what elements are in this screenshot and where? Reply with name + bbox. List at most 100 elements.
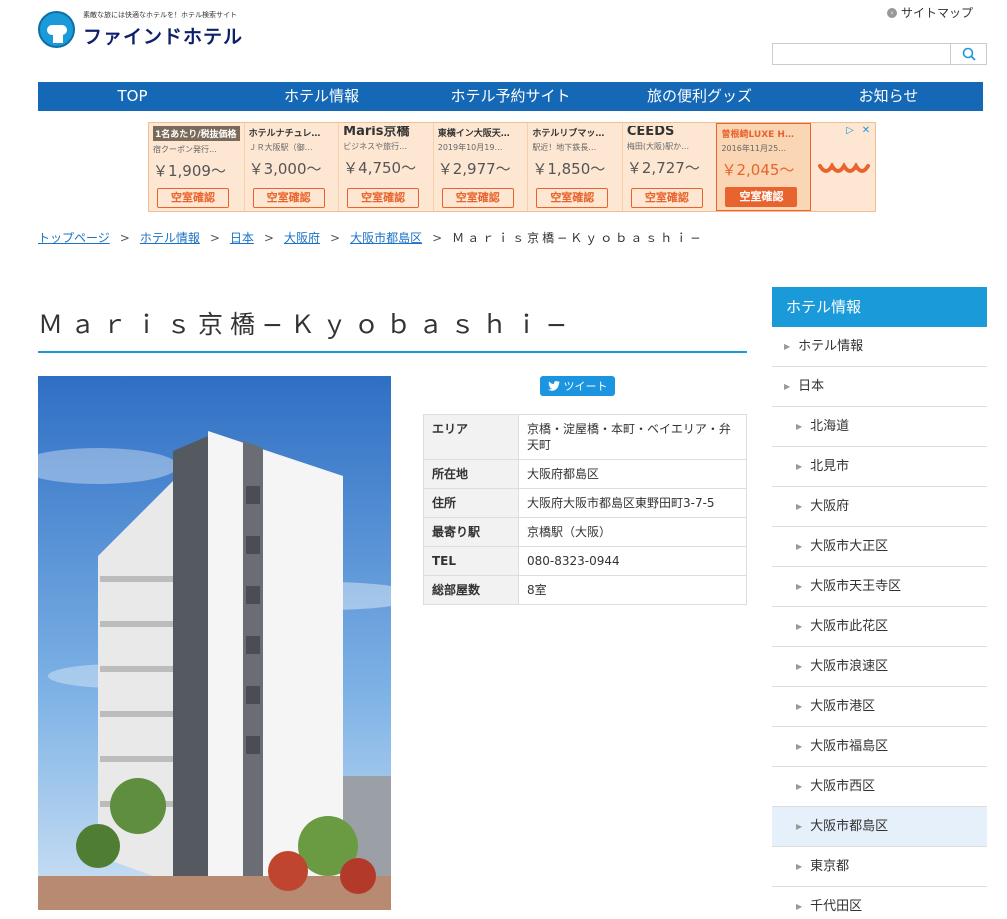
ad-hotel-desc: 2019年10月19…	[437, 143, 503, 152]
caret-right-icon: ▶	[796, 621, 803, 631]
check-availability-button[interactable]: 空室確認	[157, 188, 229, 208]
sitemap-link[interactable]: › サイトマップ	[886, 4, 973, 21]
ad-hotel-desc: ビジネスや旅行…	[343, 142, 408, 151]
ad-hotel-item[interactable]: 東横イン大阪天… 2019年10月19… ￥2,977〜 空室確認	[432, 123, 528, 211]
tweet-button[interactable]: ツイート	[540, 376, 615, 396]
check-availability-button[interactable]: 空室確認	[441, 188, 514, 208]
info-label: 最寄り駅	[423, 517, 519, 547]
ad-hotel-price: ￥1,909〜	[153, 162, 226, 180]
caret-right-icon: ▶	[796, 741, 803, 751]
ad-hotel-name: CEEDS	[626, 126, 675, 138]
nav-top[interactable]: TOP	[38, 82, 227, 111]
info-label: 住所	[423, 488, 519, 518]
sidebar-item[interactable]: ▶ 大阪市福島区	[772, 727, 987, 767]
caret-right-icon: ▶	[796, 701, 803, 711]
info-value: 大阪府大阪市都島区東野田町3-7-5	[518, 488, 747, 518]
info-label: TEL	[423, 546, 519, 576]
sidebar-item-label: ホテル情報	[798, 338, 864, 354]
ad-hotel-name: ホテルリブマッ…	[532, 129, 605, 139]
search-input[interactable]	[773, 44, 950, 64]
info-label: 総部屋数	[423, 575, 519, 605]
table-row: 所在地 大阪府都島区	[423, 459, 747, 489]
breadcrumb-top[interactable]: トップページ	[38, 229, 110, 246]
nav-news[interactable]: お知らせ	[794, 82, 983, 111]
breadcrumb-hotel-info[interactable]: ホテル情報	[140, 229, 200, 246]
ad-hotel-desc: ＪＲ大阪駅（御…	[248, 143, 313, 152]
sidebar-item-label: 大阪市此花区	[810, 618, 889, 634]
site-logo[interactable]: 素敵な旅には快適なホテルを！ホテル検索サイト ファインドホテル	[38, 10, 243, 49]
caret-right-icon: ▶	[796, 821, 803, 831]
ad-hotel-item[interactable]: Maris京橋 ビジネスや旅行… ￥4,750〜 空室確認	[338, 123, 433, 211]
breadcrumb-osaka[interactable]: 大阪府	[284, 229, 320, 246]
ad-hotel-item[interactable]: ホテルナチュレ… ＪＲ大阪駅（御… ￥3,000〜 空室確認	[243, 123, 339, 211]
ad-hotel-item[interactable]: 曽根崎LUXE H… 2016年11月25… ￥2,045〜 空室確認	[716, 123, 812, 211]
check-availability-button[interactable]: 空室確認	[725, 187, 798, 207]
page-title: Ｍａｒｉｓ京橋−Ｋｙｏｂａｓｈｉ−	[38, 305, 747, 353]
ad-hotel-item[interactable]: ホテルリブマッ… 駅近！地下鉄長… ￥1,850〜 空室確認	[527, 123, 622, 211]
sidebar-item-label: 大阪市大正区	[810, 538, 889, 554]
site-tagline: 素敵な旅には快適なホテルを！ホテル検索サイト	[83, 11, 237, 19]
sidebar-item[interactable]: ▶ 東京都	[772, 847, 987, 887]
search-box	[772, 43, 987, 65]
sidebar-item[interactable]: ▶ 大阪市此花区	[772, 607, 987, 647]
sidebar-item[interactable]: ▶ 大阪市天王寺区	[772, 567, 987, 607]
sidebar-item[interactable]: ▶ 日本	[772, 367, 987, 407]
check-availability-button[interactable]: 空室確認	[347, 188, 420, 208]
sidebar-item[interactable]: ▶ 大阪市都島区	[772, 807, 987, 847]
search-button[interactable]	[950, 44, 986, 64]
sidebar-item[interactable]: ▶ ホテル情報	[772, 327, 987, 367]
caret-right-icon: ▶	[796, 581, 803, 591]
hotel-logo-icon	[38, 11, 75, 48]
sidebar-item[interactable]: ▶ 大阪市西区	[772, 767, 987, 807]
ad-brand-logo[interactable]: ▷ ✕	[811, 123, 875, 211]
nav-travel-goods[interactable]: 旅の便利グッズ	[605, 82, 794, 111]
close-icon[interactable]: ✕	[859, 124, 873, 138]
caret-right-icon: ▶	[796, 541, 803, 551]
check-availability-button[interactable]: 空室確認	[630, 188, 703, 208]
info-label: エリア	[423, 414, 519, 460]
ad-hotel-desc: 2016年11月25…	[721, 144, 787, 153]
caret-right-icon: ▶	[796, 661, 803, 671]
tweet-label: ツイート	[563, 380, 608, 393]
ad-hotel-price: ￥2,727〜	[626, 159, 700, 177]
sidebar-item[interactable]: ▶ 大阪市大正区	[772, 527, 987, 567]
breadcrumb: トップページ > ホテル情報 > 日本 > 大阪府 > 大阪市都島区 > Ｍａｒ…	[38, 229, 704, 246]
sidebar-item[interactable]: ▶ 北見市	[772, 447, 987, 487]
caret-right-icon: ▶	[784, 381, 791, 391]
ad-hotel-price: ￥3,000〜	[248, 160, 322, 178]
sidebar-item[interactable]: ▶ 大阪市港区	[772, 687, 987, 727]
rakuten-travel-logo-icon	[818, 162, 870, 173]
table-row: TEL 080-8323-0944	[423, 546, 747, 576]
sidebar-item-label: 大阪市天王寺区	[810, 578, 902, 594]
ad-hotel-item[interactable]: CEEDS 梅田(大阪)駅か… ￥2,727〜 空室確認	[621, 123, 717, 211]
sidebar-item-label: 北海道	[810, 418, 850, 434]
sidebar-item-label: 日本	[798, 378, 825, 394]
adchoices-icon[interactable]: ▷	[843, 124, 857, 138]
ad-hotel-desc: 駅近！地下鉄長…	[532, 143, 597, 152]
sidebar-item[interactable]: ▶ 大阪府	[772, 487, 987, 527]
table-row: 住所 大阪府大阪市都島区東野田町3-7-5	[423, 488, 747, 518]
info-label: 所在地	[423, 459, 519, 489]
info-value: 8室	[518, 575, 747, 605]
nav-hotel-booking[interactable]: ホテル予約サイト	[416, 82, 605, 111]
ad-hotel-name: 曽根崎LUXE H…	[721, 130, 794, 140]
sidebar-item[interactable]: ▶ 北海道	[772, 407, 987, 447]
table-row: 最寄り駅 京橋駅（大阪）	[423, 517, 747, 547]
twitter-bird-icon	[547, 381, 560, 391]
caret-right-icon: ▶	[796, 781, 803, 791]
sidebar-item-label: 大阪市都島区	[810, 818, 889, 834]
sidebar-item[interactable]: ▶ 大阪市浪速区	[772, 647, 987, 687]
check-availability-button[interactable]: 空室確認	[252, 188, 325, 208]
sidebar-item[interactable]: ▶ 千代田区	[772, 887, 987, 919]
breadcrumb-japan[interactable]: 日本	[230, 229, 254, 246]
info-value: 京橋駅（大阪）	[518, 517, 747, 547]
nav-hotel-info[interactable]: ホテル情報	[227, 82, 416, 111]
check-availability-button[interactable]: 空室確認	[536, 188, 609, 208]
ad-hotel-name: Maris京橋	[343, 126, 410, 138]
breadcrumb-current: Ｍａｒｉｓ京橋−Ｋｙｏｂａｓｈｉ−	[452, 231, 704, 245]
search-icon	[962, 47, 976, 61]
breadcrumb-miyakojima[interactable]: 大阪市都島区	[350, 229, 422, 246]
ad-hotel-item[interactable]: 1名あたり/税抜価格 宿クーポン発行… ￥1,909〜 空室確認	[149, 123, 244, 211]
sidebar-item-label: 大阪府	[810, 498, 850, 514]
sidebar-list: ▶ ホテル情報 ▶ 日本 ▶ 北海道 ▶ 北見市 ▶ 大阪府 ▶ 大阪市大正区 ▶ 大阪市天王寺区 ▶ 大阪市…	[772, 327, 987, 919]
